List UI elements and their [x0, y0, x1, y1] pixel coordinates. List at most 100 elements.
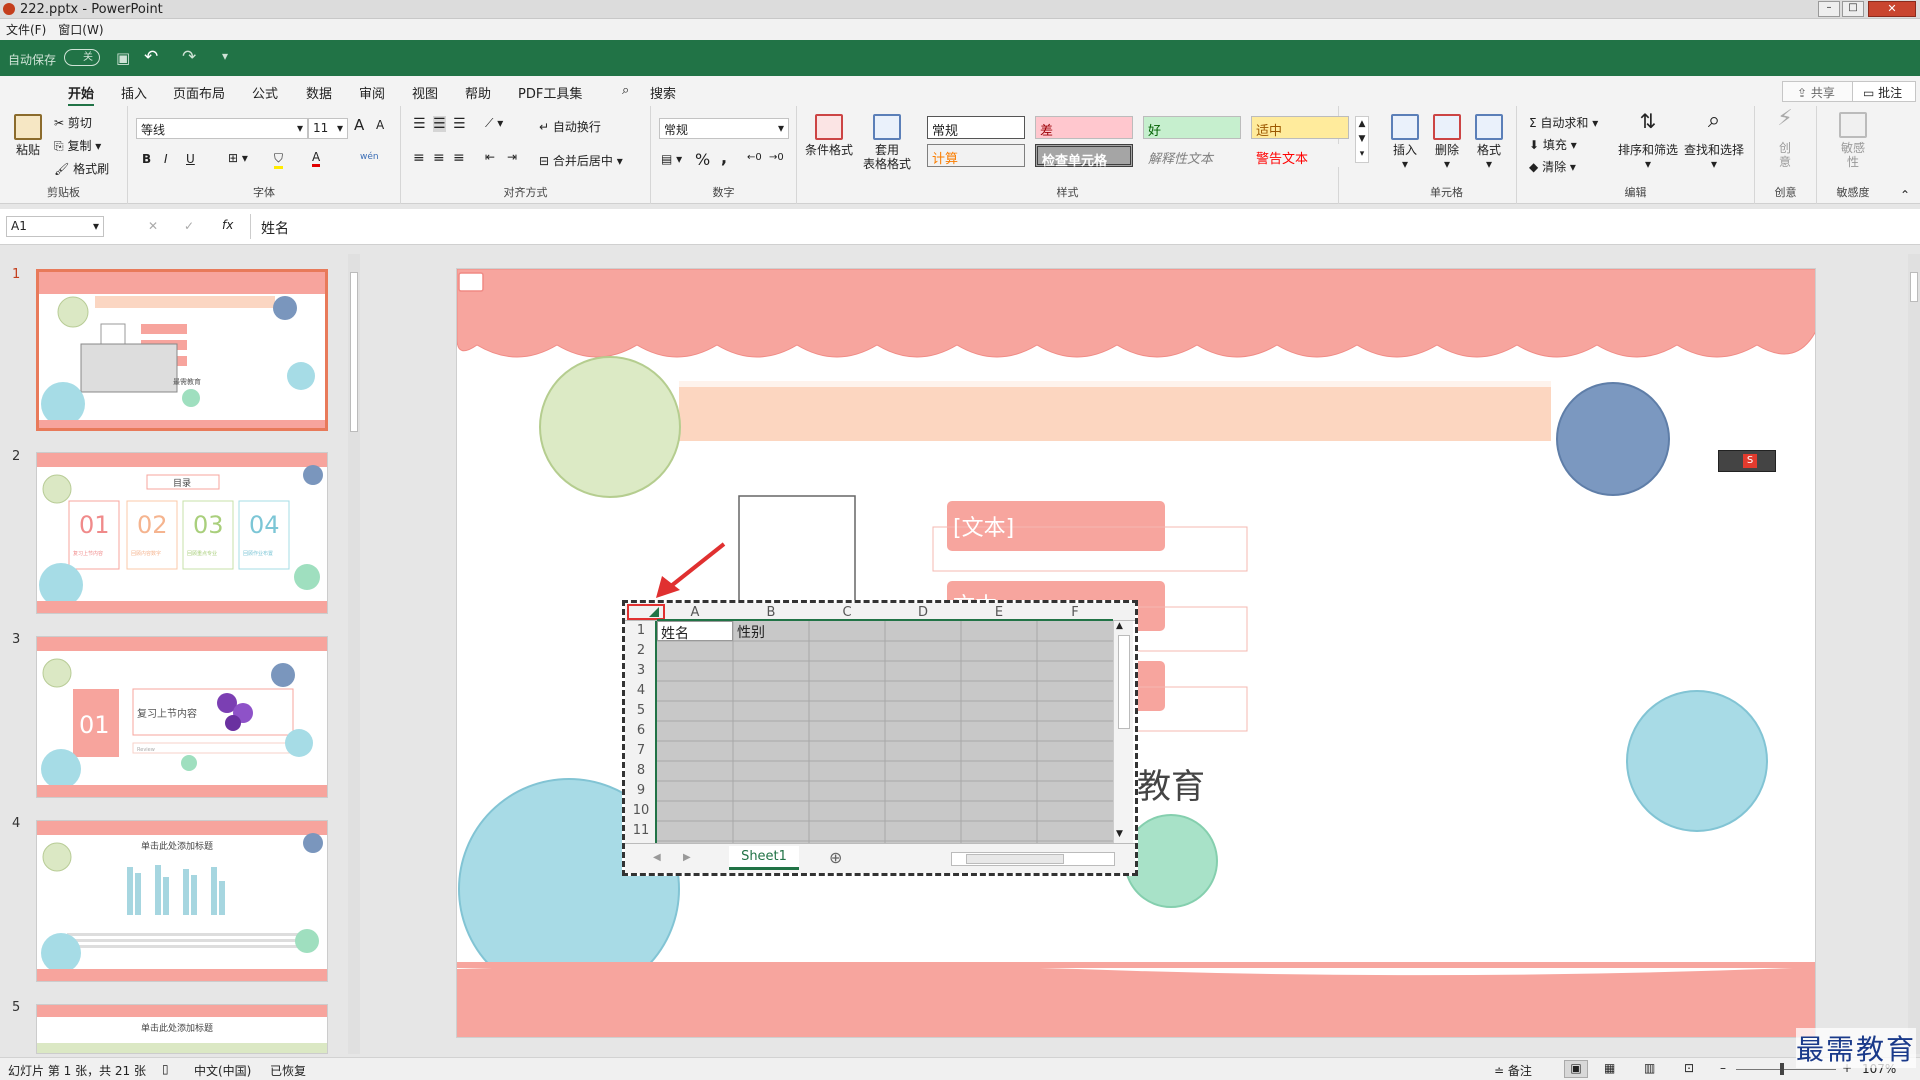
column-header-b[interactable]: B [733, 605, 809, 620]
merge-center-button[interactable]: ⊟ 合并后居中 ▾ [539, 152, 623, 169]
row-header[interactable]: 1 [625, 623, 657, 638]
delete-cells-button[interactable]: 删除 ▾ [1427, 114, 1467, 171]
format-as-table-button[interactable]: 套用 表格格式 [857, 114, 917, 171]
tab-review[interactable]: 审阅 [359, 83, 385, 102]
fill-color-button[interactable]: ⛉ [274, 151, 284, 169]
slide-brand-text[interactable]: 教育 [1137, 759, 1205, 808]
sensitivity-button[interactable]: 敏感 性 [1831, 112, 1875, 169]
ideas-button[interactable]: ⚡ 创 意 [1765, 108, 1805, 170]
style-explanatory[interactable]: 解释性文本 [1143, 144, 1241, 167]
wrap-text-button[interactable]: ↵ 自动换行 [539, 118, 601, 135]
row-header[interactable]: 10 [625, 803, 657, 818]
slide-text-1[interactable]: [文本] [953, 510, 1014, 542]
notes-button[interactable]: ≐ 备注 [1494, 1062, 1532, 1079]
redo-icon[interactable]: ↷ [182, 47, 196, 67]
insert-cells-button[interactable]: 插入 ▾ [1385, 114, 1425, 171]
row-header[interactable]: 9 [625, 783, 657, 798]
style-calculation[interactable]: 计算 [927, 144, 1025, 167]
save-icon[interactable]: ▣ [116, 49, 130, 67]
insert-function-icon[interactable]: fx [222, 218, 233, 232]
normal-view-icon[interactable]: ▣ [1564, 1060, 1588, 1078]
format-cells-button[interactable]: 格式 ▾ [1469, 114, 1509, 171]
tab-insert[interactable]: 插入 [121, 83, 147, 102]
fill-button[interactable]: ⬇ 填充 ▾ [1529, 136, 1577, 153]
slide-sorter-icon[interactable]: ▦ [1604, 1061, 1615, 1075]
row-header[interactable]: 7 [625, 743, 657, 758]
find-select-button[interactable]: ⌕ 查找和选择 ▾ [1681, 110, 1747, 172]
comma-button[interactable]: , [721, 148, 727, 167]
formula-input[interactable]: 姓名 [250, 214, 1910, 239]
thumbnails-scrollbar[interactable] [348, 254, 360, 1054]
embedded-worksheet[interactable]: A B C D E F 1 2 3 4 5 6 7 8 9 10 11 姓名 性… [622, 600, 1138, 876]
column-header-c[interactable]: C [809, 605, 885, 620]
style-check-cell[interactable]: 检查单元格 [1035, 144, 1133, 169]
sheet-tab-sheet1[interactable]: Sheet1 [729, 846, 799, 870]
increase-indent-icon[interactable]: ⇥ [507, 150, 517, 164]
align-top-icon[interactable]: ☰ [413, 116, 426, 132]
font-name-select[interactable]: 等线 ▾ [136, 118, 308, 139]
cut-button[interactable]: ✂ 剪切 [54, 114, 92, 131]
worksheet-vertical-scrollbar[interactable]: ▲ ▼ [1113, 621, 1133, 843]
collapse-ribbon-icon[interactable]: ⌃ [1900, 188, 1910, 202]
minimize-button[interactable]: – [1818, 1, 1840, 17]
align-bottom-icon[interactable]: ☰ [453, 116, 466, 132]
underline-button[interactable]: U [186, 152, 195, 166]
conditional-format-button[interactable]: 条件格式 [803, 114, 855, 157]
style-neutral[interactable]: 适中 [1251, 116, 1349, 139]
customize-qat-icon[interactable]: ▾ [222, 49, 228, 63]
style-good[interactable]: 好 [1143, 116, 1241, 139]
clear-button[interactable]: ◆ 清除 ▾ [1529, 158, 1576, 175]
percent-button[interactable]: % [695, 150, 710, 169]
row-header[interactable]: 2 [625, 643, 657, 658]
tab-page-layout[interactable]: 页面布局 [173, 83, 225, 102]
styles-gallery-scroll[interactable]: ▲ ▼ ▾ [1355, 116, 1369, 163]
search-icon[interactable]: ⌕ [622, 83, 629, 98]
tab-data[interactable]: 数据 [306, 83, 332, 102]
worksheet-horizontal-scrollbar[interactable] [951, 852, 1115, 866]
slide-thumbnail-5[interactable]: 单击此处添加标题 [36, 1004, 328, 1054]
sheet-next-icon[interactable]: ▶ [683, 852, 691, 863]
tab-home[interactable]: 开始 [68, 83, 95, 107]
borders-button[interactable]: ⊞ ▾ [228, 151, 248, 165]
worksheet-scroll-thumb[interactable] [1118, 635, 1130, 729]
phonetic-button[interactable]: wén [360, 152, 379, 162]
reading-view-icon[interactable]: ▥ [1644, 1061, 1655, 1075]
autosum-button[interactable]: Σ 自动求和 ▾ [1529, 114, 1598, 131]
zoom-out-button[interactable]: – [1720, 1061, 1726, 1075]
search-box[interactable]: 搜索 [650, 83, 676, 102]
accounting-format-icon[interactable]: ▤ ▾ [661, 152, 682, 166]
column-header-d[interactable]: D [885, 605, 961, 620]
orientation-icon[interactable]: ⟋ ▾ [485, 116, 503, 131]
language-status[interactable]: 中文(中国) [194, 1062, 251, 1079]
slide-thumbnail-2[interactable]: 目录 01 02 03 04 复习上节内容 回顾内容数字 回顾重点专业 回顾作业… [36, 452, 328, 614]
scroll-up-icon[interactable]: ▲ [1116, 621, 1123, 631]
paste-button[interactable]: 粘贴 [8, 114, 48, 157]
row-header[interactable]: 6 [625, 723, 657, 738]
decrease-indent-icon[interactable]: ⇤ [485, 150, 495, 164]
row-header[interactable]: 5 [625, 703, 657, 718]
editor-scrollbar[interactable] [1908, 254, 1920, 1054]
share-button[interactable]: ⇪ 共享 [1782, 81, 1854, 102]
scroll-down-icon[interactable]: ▼ [1116, 829, 1123, 839]
grow-font-button[interactable]: A [354, 116, 364, 134]
cell-grid[interactable]: 姓名 性别 [657, 621, 1113, 843]
shrink-font-button[interactable]: A [376, 118, 384, 132]
menu-file[interactable]: 文件(F) [6, 21, 46, 38]
style-warning[interactable]: 警告文本 [1251, 144, 1349, 167]
sheet-prev-icon[interactable]: ◀ [653, 852, 661, 863]
spellcheck-icon[interactable]: ▯ [162, 1062, 169, 1076]
add-sheet-icon[interactable]: ⊕ [829, 848, 842, 867]
name-box[interactable]: A1 ▾ [6, 216, 104, 237]
thumbnails-scroll-thumb[interactable] [350, 272, 358, 432]
comments-button[interactable]: ▭ 批注 [1852, 81, 1916, 102]
autosave-toggle[interactable]: 关 [64, 49, 100, 66]
align-middle-icon[interactable]: ☰ [433, 116, 446, 132]
maximize-button[interactable]: □ [1842, 1, 1864, 17]
cancel-icon[interactable]: ✕ [148, 219, 158, 233]
menu-window[interactable]: 窗口(W) [58, 21, 103, 38]
decrease-decimal-icon[interactable]: →0 [769, 152, 784, 163]
horizontal-scroll-thumb[interactable] [966, 854, 1064, 864]
close-button[interactable]: ✕ [1868, 1, 1916, 17]
number-format-select[interactable]: 常规 ▾ [659, 118, 789, 139]
style-bad[interactable]: 差 [1035, 116, 1133, 139]
